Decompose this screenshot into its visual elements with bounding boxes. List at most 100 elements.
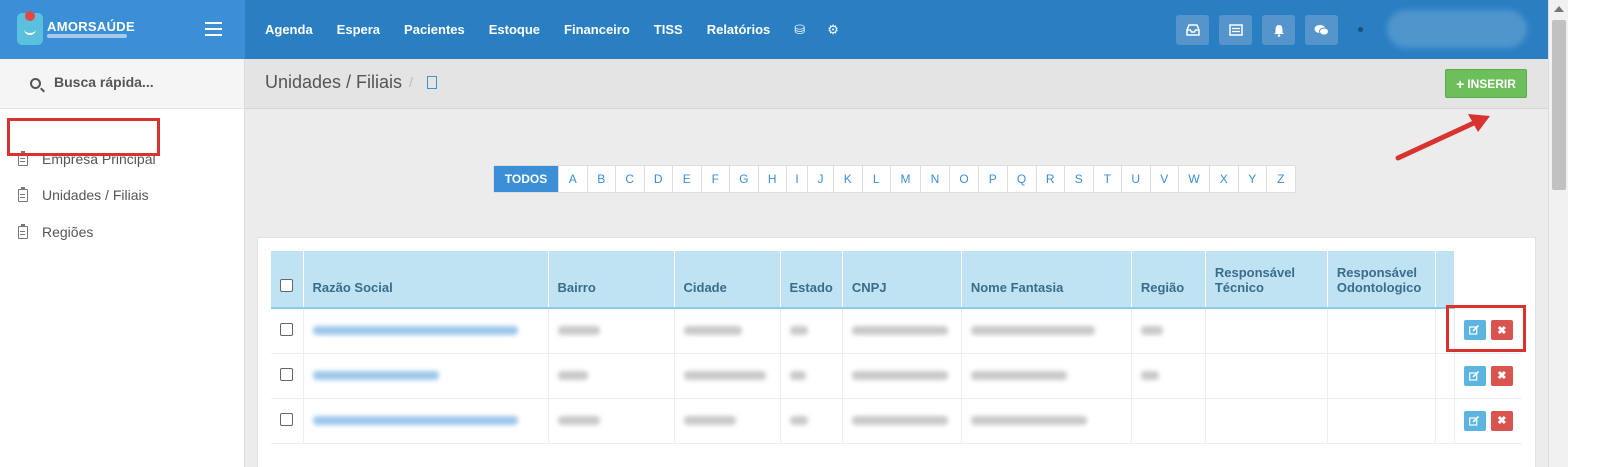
- filter-letter-n[interactable]: N: [920, 166, 949, 192]
- sidebar-item-regioes[interactable]: Regiões: [18, 222, 93, 242]
- cell-cnpj: [842, 353, 962, 399]
- filter-letter-y[interactable]: Y: [1237, 166, 1267, 192]
- cell-estado: [780, 398, 843, 444]
- filter-letter-h[interactable]: H: [757, 166, 787, 192]
- page-header: Unidades / Filiais / + INSERIR: [245, 59, 1548, 109]
- filter-letter-o[interactable]: O: [949, 166, 978, 192]
- filter-letter-v[interactable]: V: [1149, 166, 1179, 192]
- top-navbar: AMORSAÚDE Agenda Espera Pacientes Estoqu…: [0, 0, 1600, 59]
- list-icon[interactable]: [1219, 15, 1252, 45]
- nav-relatorios[interactable]: Relatórios: [707, 22, 771, 37]
- table-header-row: Razão Social Bairro Cidade Estado CNPJ N…: [271, 251, 1522, 309]
- highlight-box-sidebar: [7, 118, 160, 156]
- menu-toggle-icon[interactable]: [205, 22, 222, 36]
- nav-estoque[interactable]: Estoque: [489, 22, 540, 37]
- filter-letter-c[interactable]: C: [615, 166, 644, 192]
- cell-razao-social[interactable]: [303, 308, 549, 354]
- cell-cnpj: [842, 308, 962, 354]
- header-regiao[interactable]: Região: [1131, 251, 1206, 309]
- header-responsavel-tecnico[interactable]: Responsável Técnico: [1205, 251, 1328, 309]
- cell-regiao: [1131, 353, 1206, 399]
- cell-razao-social[interactable]: [303, 353, 549, 399]
- clipboard-icon: [18, 223, 28, 239]
- filter-letter-e[interactable]: E: [672, 166, 701, 192]
- brand-area[interactable]: AMORSAÚDE: [0, 0, 245, 59]
- page-scrollbar[interactable]: [1548, 0, 1568, 467]
- row-actions: ✖: [1454, 353, 1522, 399]
- cell-cidade: [674, 353, 781, 399]
- cell-regiao: [1131, 398, 1206, 444]
- row-actions: ✖: [1454, 398, 1522, 444]
- edit-button[interactable]: [1463, 410, 1486, 431]
- filter-letter-j[interactable]: J: [807, 166, 833, 192]
- filter-letter-t[interactable]: T: [1092, 166, 1122, 192]
- alphabet-filter: TODOS A B C D E F G H I J K L M N O P Q R S T U V W X Y Z: [493, 165, 1296, 193]
- filter-letter-l[interactable]: L: [861, 166, 891, 192]
- nav-tiss[interactable]: TISS: [654, 22, 683, 37]
- row-checkbox[interactable]: [280, 367, 293, 381]
- cell-bairro: [548, 398, 675, 444]
- cell-responsavel-odontologico: [1327, 398, 1436, 444]
- filter-letter-z[interactable]: Z: [1266, 166, 1295, 192]
- filter-letter-f[interactable]: F: [700, 166, 730, 192]
- cell-spacer: [1435, 353, 1455, 399]
- filter-letter-p[interactable]: P: [978, 166, 1007, 192]
- scroll-thumb[interactable]: [1552, 20, 1566, 190]
- insert-button[interactable]: + INSERIR: [1445, 69, 1527, 98]
- cell-estado: [780, 308, 843, 354]
- filter-todos[interactable]: TODOS: [494, 166, 558, 192]
- sidebar-item-unidades-filiais[interactable]: Unidades / Filiais: [18, 185, 149, 205]
- filter-letter-s[interactable]: S: [1064, 166, 1093, 192]
- filter-letter-x[interactable]: X: [1209, 166, 1238, 192]
- scroll-up-icon[interactable]: [1554, 6, 1564, 12]
- filter-letter-i[interactable]: I: [786, 166, 807, 192]
- row-checkbox[interactable]: [280, 412, 293, 426]
- header-cnpj[interactable]: CNPJ: [842, 251, 962, 309]
- highlight-box-actions: [1446, 305, 1526, 352]
- delete-button[interactable]: ✖: [1490, 365, 1513, 386]
- filter-letter-q[interactable]: Q: [1006, 166, 1036, 192]
- filter-letter-g[interactable]: G: [729, 166, 758, 192]
- nav-financeiro[interactable]: Financeiro: [564, 22, 630, 37]
- chat-icon[interactable]: [1305, 15, 1338, 45]
- filter-letter-m[interactable]: M: [890, 166, 920, 192]
- cell-bairro: [548, 353, 675, 399]
- user-menu[interactable]: [1387, 10, 1527, 48]
- filter-letter-b[interactable]: B: [586, 166, 616, 192]
- header-select-all: [271, 251, 304, 309]
- gear-icon[interactable]: ⚙: [827, 22, 839, 38]
- header-razao-social[interactable]: Razão Social: [303, 251, 549, 309]
- header-estado[interactable]: Estado: [780, 251, 843, 309]
- edit-button[interactable]: [1463, 365, 1486, 386]
- annotation-arrow: [1395, 114, 1490, 161]
- filter-letter-d[interactable]: D: [643, 166, 673, 192]
- cell-responsavel-tecnico: [1205, 398, 1328, 444]
- filter-letter-u[interactable]: U: [1121, 166, 1150, 192]
- nav-pacientes[interactable]: Pacientes: [404, 22, 465, 37]
- breadcrumb-separator: /: [409, 74, 413, 90]
- search-icon: [30, 78, 41, 89]
- filter-letter-a[interactable]: A: [558, 166, 587, 192]
- bell-icon[interactable]: [1262, 15, 1295, 45]
- cell-razao-social[interactable]: [303, 398, 549, 444]
- cell-cnpj: [842, 398, 962, 444]
- header-bairro[interactable]: Bairro: [548, 251, 675, 309]
- header-cidade[interactable]: Cidade: [674, 251, 781, 309]
- select-all-checkbox[interactable]: [280, 279, 293, 292]
- nav-agenda[interactable]: Agenda: [265, 22, 313, 37]
- status-dot: [1358, 27, 1363, 32]
- row-checkbox[interactable]: [280, 322, 293, 336]
- filter-letter-w[interactable]: W: [1178, 166, 1209, 192]
- header-responsavel-odontologico[interactable]: Responsável Odontologico: [1327, 251, 1436, 309]
- delete-button[interactable]: ✖: [1490, 410, 1513, 431]
- header-nome-fantasia[interactable]: Nome Fantasia: [961, 251, 1132, 309]
- filter-letter-r[interactable]: R: [1035, 166, 1065, 192]
- page-title: Unidades / Filiais: [265, 72, 403, 92]
- quick-search-input[interactable]: [54, 74, 234, 90]
- nav-espera[interactable]: Espera: [337, 22, 380, 37]
- filter-letter-k[interactable]: K: [833, 166, 862, 192]
- database-icon[interactable]: ⛁: [794, 22, 805, 38]
- header-spacer: [1435, 251, 1455, 309]
- cell-responsavel-tecnico: [1205, 308, 1328, 354]
- inbox-icon[interactable]: [1176, 15, 1209, 45]
